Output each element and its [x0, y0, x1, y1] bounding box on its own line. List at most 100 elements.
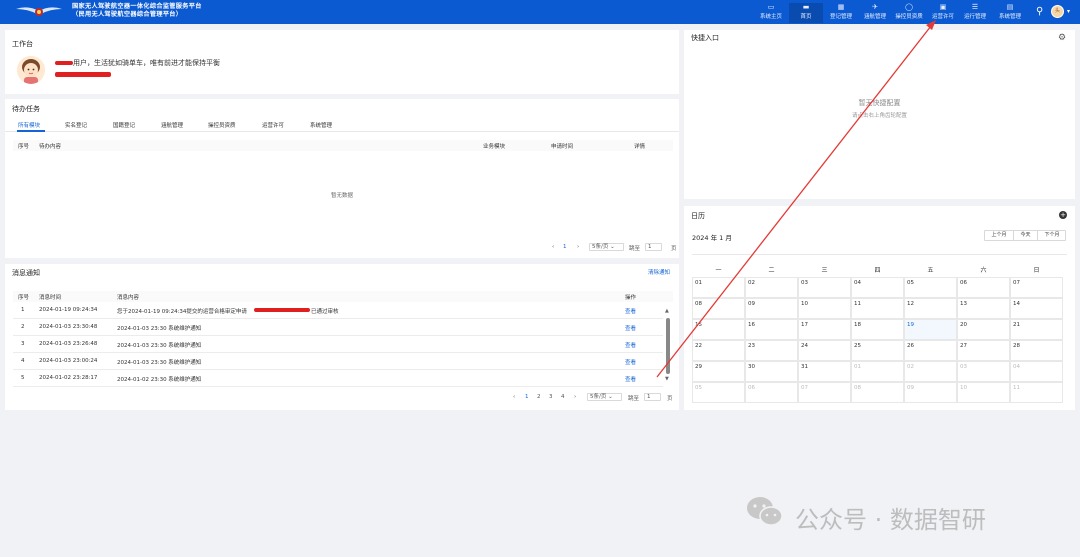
page-number[interactable]: 3 [549, 394, 553, 400]
page-size-select[interactable]: 5条/页 ⌄ [589, 243, 624, 251]
calendar-day[interactable]: 24 [798, 340, 851, 361]
calendar-day[interactable]: 09 [904, 382, 957, 403]
nav-item-label: 登记管理 [829, 14, 852, 20]
add-icon[interactable]: + [1059, 211, 1067, 219]
gear-icon[interactable]: ⚙ [1058, 33, 1066, 43]
calendar-day[interactable]: 10 [798, 298, 851, 319]
calendar-day-today[interactable]: 19 [904, 319, 957, 340]
calendar-day[interactable]: 08 [851, 382, 904, 403]
calendar-day[interactable]: 12 [904, 298, 957, 319]
search-icon[interactable]: ⚲ [1036, 6, 1043, 18]
tab-realname-register[interactable]: 实名登记 [65, 121, 87, 129]
prev-page-button[interactable]: ‹ [513, 394, 515, 400]
nav-item-label: 操控员资质 [895, 14, 923, 20]
tab-system-admin[interactable]: 系统管理 [310, 121, 332, 129]
calendar-day[interactable]: 16 [745, 319, 798, 340]
calendar-day[interactable]: 06 [745, 382, 798, 403]
page-number[interactable]: 1 [525, 394, 529, 400]
message-scrollbar[interactable]: ▲ ▼ [665, 308, 671, 382]
nav-item-1[interactable]: ▬ 首页 [789, 3, 823, 23]
calendar-day[interactable]: 11 [1010, 382, 1063, 403]
wechat-watermark: 公众号 · 数据智研 [745, 494, 986, 534]
tab-operator-qualification[interactable]: 操控员资质 [208, 121, 236, 129]
view-link[interactable]: 查看 [625, 375, 636, 383]
calendar-day[interactable]: 02 [904, 361, 957, 382]
calendar-day[interactable]: 17 [798, 319, 851, 340]
calendar-day[interactable]: 08 [692, 298, 745, 319]
goto-page-input[interactable]: 1 [645, 243, 662, 251]
calendar-day[interactable]: 31 [798, 361, 851, 382]
prev-page-button[interactable]: ‹ [552, 244, 554, 250]
chevron-down-icon[interactable]: ▾ [1067, 8, 1070, 15]
user-avatar[interactable]: 头 [1051, 5, 1064, 18]
clear-notifications-link[interactable]: 清除通知 [648, 268, 670, 276]
view-link[interactable]: 查看 [625, 307, 636, 315]
prev-month-button[interactable]: 上个月 [985, 231, 1014, 240]
tab-nationality-register[interactable]: 国籍登记 [113, 121, 135, 129]
next-page-button[interactable]: › [574, 394, 576, 400]
page-number[interactable]: 2 [537, 394, 541, 400]
col-action: 操作 [625, 295, 637, 301]
register-icon: ▦ [837, 3, 845, 11]
platform-title-line1: 国家无人驾驶航空器一体化综合监管服务平台 [72, 3, 202, 10]
calendar-day[interactable]: 09 [745, 298, 798, 319]
nav-item-4[interactable]: ◯ 操控员资质 [892, 3, 926, 23]
message-time: 2024-01-19 09:24:34 [39, 307, 98, 313]
calendar-day[interactable]: 25 [851, 340, 904, 361]
scrollbar-thumb[interactable] [666, 318, 670, 374]
tab-all-modules[interactable]: 所有模块 [18, 121, 40, 129]
calendar-day[interactable]: 07 [1010, 277, 1063, 298]
today-button[interactable]: 今天 [1014, 231, 1038, 240]
calendar-day[interactable]: 21 [1010, 319, 1063, 340]
nav-item-3[interactable]: ✈ 涵航管理 [858, 3, 892, 23]
calendar-day[interactable]: 05 [904, 277, 957, 298]
calendar-day[interactable]: 04 [851, 277, 904, 298]
calendar-day[interactable]: 14 [1010, 298, 1063, 319]
calendar-day[interactable]: 13 [957, 298, 1010, 319]
next-month-button[interactable]: 下个月 [1038, 231, 1066, 240]
quick-entry-title: 快捷入口 [691, 34, 719, 42]
nav-item-7[interactable]: ▤ 系统管理 [993, 3, 1027, 23]
tab-airworthiness[interactable]: 涵航管理 [161, 121, 183, 129]
next-page-button[interactable]: › [577, 244, 579, 250]
calendar-day[interactable]: 30 [745, 361, 798, 382]
calendar-day[interactable]: 15 [692, 319, 745, 340]
scroll-down-icon[interactable]: ▼ [665, 376, 669, 382]
calendar-day[interactable]: 27 [957, 340, 1010, 361]
scroll-up-icon[interactable]: ▲ [665, 308, 669, 314]
calendar-day[interactable]: 28 [1010, 340, 1063, 361]
nav-item-2[interactable]: ▦ 登记管理 [824, 3, 858, 23]
calendar-day[interactable]: 01 [692, 277, 745, 298]
calendar-panel: 日历 + 2024 年 1 月 上个月 今天 下个月 一二三四五六日 01 02 03… [684, 206, 1075, 410]
calendar-day[interactable]: 05 [692, 382, 745, 403]
calendar-day[interactable]: 07 [798, 382, 851, 403]
page-number[interactable]: 1 [563, 244, 567, 250]
calendar-day[interactable]: 23 [745, 340, 798, 361]
goto-page-input[interactable]: 1 [644, 393, 661, 401]
calendar-day[interactable]: 10 [957, 382, 1010, 403]
view-link[interactable]: 查看 [625, 324, 636, 332]
view-link[interactable]: 查看 [625, 358, 636, 366]
calendar-day[interactable]: 01 [851, 361, 904, 382]
calendar-day[interactable]: 26 [904, 340, 957, 361]
calendar-day[interactable]: 02 [745, 277, 798, 298]
calendar-title: 日历 [691, 212, 705, 220]
nav-item-6[interactable]: ☰ 运行管理 [958, 3, 992, 23]
calendar-day[interactable]: 03 [957, 361, 1010, 382]
nav-item-0[interactable]: ▭ 系统主页 [754, 3, 788, 23]
calendar-day[interactable]: 18 [851, 319, 904, 340]
calendar-day[interactable]: 06 [957, 277, 1010, 298]
view-link[interactable]: 查看 [625, 341, 636, 349]
active-tab-indicator [17, 130, 45, 132]
calendar-day[interactable]: 20 [957, 319, 1010, 340]
nav-item-5[interactable]: ▣ 运营许可 [926, 3, 960, 23]
calendar-day[interactable]: 29 [692, 361, 745, 382]
calendar-day[interactable]: 22 [692, 340, 745, 361]
tab-operation-permit[interactable]: 运营许可 [262, 121, 284, 129]
calendar-day[interactable]: 03 [798, 277, 851, 298]
calendar-day[interactable]: 04 [1010, 361, 1063, 382]
calendar-day[interactable]: 11 [851, 298, 904, 319]
page-size-select[interactable]: 5条/页 ⌄ [587, 393, 622, 401]
page-number[interactable]: 4 [561, 394, 565, 400]
card-icon: ▣ [939, 3, 947, 11]
